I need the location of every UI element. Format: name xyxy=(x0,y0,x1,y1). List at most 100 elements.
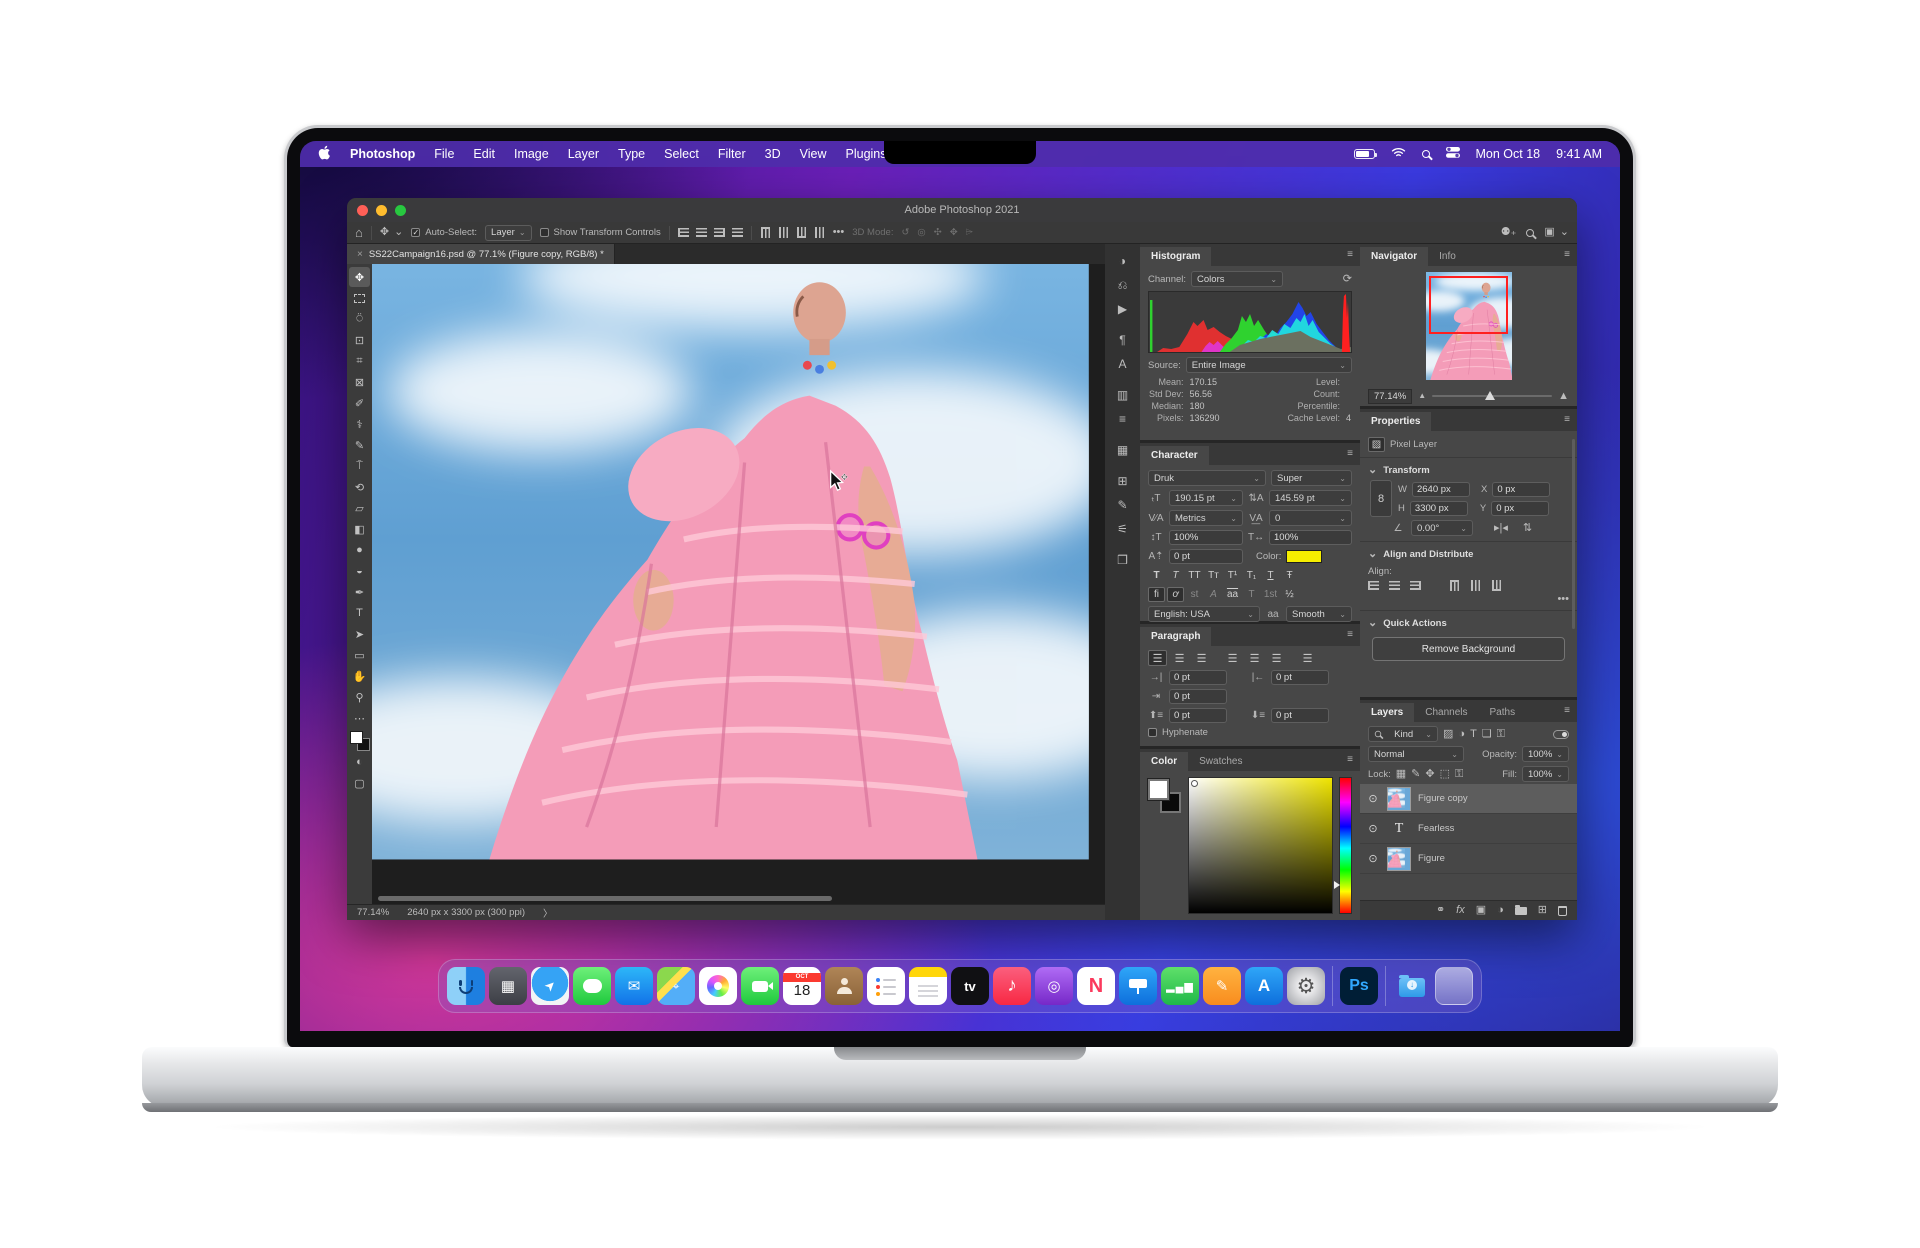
dock-reminders[interactable] xyxy=(867,967,905,1005)
edit-toolbar-icon[interactable]: ⋯ xyxy=(349,708,370,728)
show-transform-checkbox[interactable]: Show Transform Controls xyxy=(539,227,661,238)
delete-layer-icon[interactable] xyxy=(1558,905,1567,916)
menu-file[interactable]: File xyxy=(434,147,454,161)
menu-filter[interactable]: Filter xyxy=(718,147,746,161)
panel-menu-icon[interactable]: ≡ xyxy=(1564,249,1570,260)
eyedropper-tool[interactable]: ✐ xyxy=(349,393,370,413)
dock-pages[interactable]: ✎ xyxy=(1203,967,1241,1005)
hue-slider-marker[interactable] xyxy=(1334,880,1340,889)
filter-adjustment-layers-icon[interactable]: ◑ xyxy=(1458,728,1465,740)
align-top-icon[interactable] xyxy=(1450,580,1459,591)
width-field[interactable]: 2640 px xyxy=(1411,482,1470,497)
menu-date[interactable]: Mon Oct 18 xyxy=(1476,147,1541,161)
foreground-color-swatch[interactable] xyxy=(1147,778,1170,801)
checkbox-unchecked-icon[interactable] xyxy=(539,228,549,237)
panel-menu-icon[interactable]: ≡ xyxy=(1347,629,1353,640)
tab-swatches[interactable]: Swatches xyxy=(1188,752,1254,771)
layer-thumbnail[interactable] xyxy=(1387,846,1411,871)
align-section-header[interactable]: ⌄ Align and Distribute xyxy=(1360,545,1577,564)
dock-downloads[interactable] xyxy=(1393,967,1431,1005)
subscript-button[interactable]: T₁ xyxy=(1243,568,1260,583)
lock-transparency-icon[interactable]: ▦ xyxy=(1396,768,1406,780)
remove-background-button[interactable]: Remove Background xyxy=(1372,637,1565,661)
tracking-dropdown[interactable]: 0 ⌄ xyxy=(1269,510,1352,526)
zoom-out-icon[interactable]: ▲ xyxy=(1418,392,1426,400)
layer-visibility-icon[interactable]: ⊙ xyxy=(1366,822,1380,835)
dock-safari[interactable]: ➤ xyxy=(531,967,569,1005)
filter-shape-layers-icon[interactable]: ❏ xyxy=(1482,728,1492,740)
contextual-alternates-button[interactable]: ơ xyxy=(1167,587,1184,602)
baseline-shift-field[interactable]: 0 pt xyxy=(1169,549,1243,564)
dock-messages[interactable] xyxy=(573,967,611,1005)
tab-histogram[interactable]: Histogram xyxy=(1140,247,1212,266)
close-tab-icon[interactable]: × xyxy=(357,249,363,260)
eraser-tool[interactable]: ▱ xyxy=(349,498,370,518)
ligatures-button[interactable]: fi xyxy=(1148,587,1165,602)
more-align-icon[interactable]: ••• xyxy=(1557,594,1569,605)
fractions-button[interactable]: ½ xyxy=(1281,587,1298,602)
adjustments-panel-icon[interactable]: ◑ xyxy=(1110,250,1136,272)
layer-effects-icon[interactable]: fx xyxy=(1456,905,1465,916)
dock-app-store[interactable]: A xyxy=(1245,967,1283,1005)
tab-properties[interactable]: Properties xyxy=(1360,412,1432,431)
panel-scrollbar[interactable] xyxy=(1572,439,1575,629)
actions-panel-icon[interactable]: ▶ xyxy=(1110,298,1136,320)
new-layer-icon[interactable]: ⊞ xyxy=(1538,905,1547,916)
titling-alternates-button[interactable]: T xyxy=(1243,587,1260,602)
align-center-h-icon[interactable] xyxy=(1389,581,1400,590)
dock-mail[interactable]: ✉ xyxy=(615,967,653,1005)
type-tool[interactable]: T xyxy=(349,603,370,623)
healing-brush-tool[interactable]: ⚕ xyxy=(349,414,370,434)
menu-time[interactable]: 9:41 AM xyxy=(1556,147,1602,161)
horizontal-scrollbar[interactable] xyxy=(378,896,833,901)
tab-channels[interactable]: Channels xyxy=(1414,703,1479,722)
layer-visibility-icon[interactable]: ⊙ xyxy=(1366,852,1380,865)
dock-calendar[interactable]: OCT 18 xyxy=(783,967,821,1005)
path-selection-tool[interactable]: ➤ xyxy=(349,624,370,644)
clone-stamp-tool[interactable]: ⍑ xyxy=(349,456,370,476)
menu-select[interactable]: Select xyxy=(664,147,699,161)
layer-row-fearless[interactable]: ⊙ T Fearless xyxy=(1360,814,1577,844)
paragraph-styles-panel-icon[interactable]: ¶ xyxy=(1110,329,1136,351)
underline-button[interactable]: T xyxy=(1262,568,1279,583)
dock-news[interactable]: N xyxy=(1077,967,1115,1005)
align-bottom-icon[interactable] xyxy=(1492,580,1501,591)
notes-panel-icon[interactable]: ≡ xyxy=(1110,408,1136,430)
filter-smart-objects-icon[interactable]: ⚿ xyxy=(1497,728,1505,740)
brush-tool[interactable]: ✎ xyxy=(349,435,370,455)
color-swatches-control[interactable] xyxy=(349,731,370,751)
rotation-angle-field[interactable]: 0.00° ⌄ xyxy=(1411,520,1473,536)
anti-alias-dropdown[interactable]: Smooth ⌄ xyxy=(1286,606,1352,622)
window-title-bar[interactable]: Adobe Photoshop 2021 xyxy=(347,198,1577,222)
workspace-switcher-icon[interactable]: ▣ ⌄ xyxy=(1544,227,1569,238)
saturation-brightness-picker[interactable] xyxy=(1188,777,1333,914)
dock-notes[interactable] xyxy=(909,967,947,1005)
small-caps-button[interactable]: Tᴛ xyxy=(1205,568,1222,583)
dodge-tool[interactable]: ◒ xyxy=(349,561,370,581)
height-field[interactable]: 3300 px xyxy=(1409,501,1468,516)
tab-character[interactable]: Character xyxy=(1140,446,1209,465)
ps-search-icon[interactable] xyxy=(1526,228,1535,237)
navigator-view-box[interactable] xyxy=(1428,276,1508,334)
dock-launchpad[interactable]: ▦ xyxy=(489,967,527,1005)
wifi-icon[interactable] xyxy=(1391,147,1406,161)
opacity-dropdown[interactable]: 100% ⌄ xyxy=(1521,746,1569,762)
ordinals-button[interactable]: 1st xyxy=(1262,587,1279,602)
distribute-h-icon[interactable] xyxy=(731,228,743,237)
menu-edit[interactable]: Edit xyxy=(473,147,495,161)
font-style-dropdown[interactable]: Super ⌄ xyxy=(1271,470,1352,486)
dock-finder[interactable] xyxy=(447,967,485,1005)
brushes-panel-icon[interactable]: ⚟ xyxy=(1110,518,1136,540)
align-left-icon[interactable] xyxy=(677,228,689,237)
distribute-v-icon[interactable] xyxy=(814,227,824,238)
justify-last-left-button[interactable]: ☰ xyxy=(1223,650,1242,666)
panel-menu-icon[interactable]: ≡ xyxy=(1347,754,1353,765)
leading-field[interactable]: 145.59 pt ⌄ xyxy=(1269,490,1352,506)
superscript-button[interactable]: T¹ xyxy=(1224,568,1241,583)
new-group-icon[interactable] xyxy=(1514,904,1527,915)
layer-name[interactable]: Figure copy xyxy=(1418,793,1468,804)
layer-thumbnail[interactable] xyxy=(1387,786,1411,811)
panel-menu-icon[interactable]: ≡ xyxy=(1564,705,1570,716)
stylistic-alternates-button[interactable]: aa xyxy=(1224,587,1241,602)
shape-tool[interactable]: ▭ xyxy=(349,645,370,665)
